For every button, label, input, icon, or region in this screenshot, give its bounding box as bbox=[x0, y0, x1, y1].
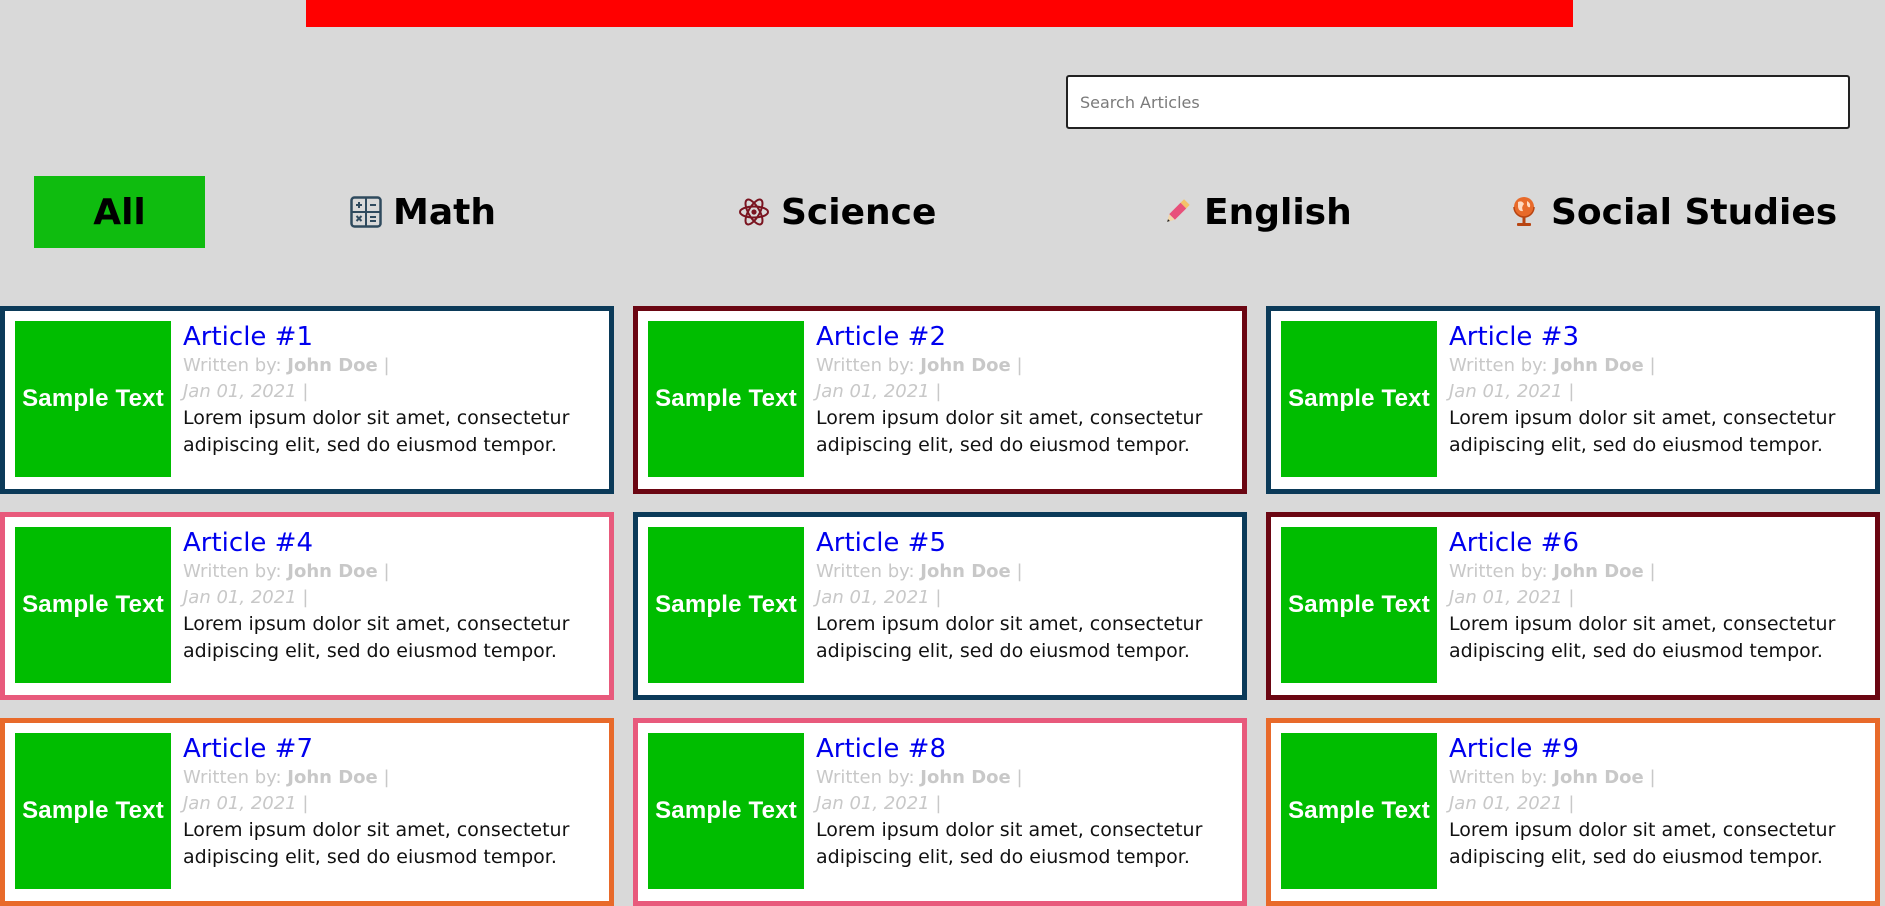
filter-label: Math bbox=[393, 191, 496, 233]
article-date: Jan 01, 2021 | bbox=[1449, 587, 1575, 608]
pencil-icon bbox=[1160, 194, 1194, 230]
article-byline: Written by: John Doe | bbox=[1449, 561, 1656, 582]
article-card[interactable]: Sample Text Article #9 Written by: John … bbox=[1266, 718, 1880, 906]
article-title-link[interactable]: Article #4 bbox=[183, 527, 313, 559]
article-card[interactable]: Sample Text Article #2 Written by: John … bbox=[633, 306, 1247, 494]
article-excerpt: Lorem ipsum dolor sit amet, consectetur … bbox=[1449, 819, 1836, 868]
article-date: Jan 01, 2021 | bbox=[183, 381, 309, 402]
article-title-link[interactable]: Article #6 bbox=[1449, 527, 1579, 559]
author-name: John Doe bbox=[920, 561, 1011, 582]
author-name: John Doe bbox=[920, 355, 1011, 376]
article-card[interactable]: Sample Text Article #6 Written by: John … bbox=[1266, 512, 1880, 700]
article-byline: Written by: John Doe | bbox=[183, 355, 390, 376]
article-excerpt: Lorem ipsum dolor sit amet, consectetur … bbox=[183, 407, 570, 456]
article-card[interactable]: Sample Text Article #4 Written by: John … bbox=[0, 512, 614, 700]
filter-math[interactable]: Math bbox=[349, 176, 496, 248]
article-byline: Written by: John Doe | bbox=[183, 561, 390, 582]
article-date: Jan 01, 2021 | bbox=[816, 587, 942, 608]
author-name: John Doe bbox=[1553, 355, 1644, 376]
atom-icon bbox=[737, 194, 771, 230]
article-byline: Written by: John Doe | bbox=[183, 767, 390, 788]
top-banner bbox=[306, 0, 1573, 27]
article-thumbnail: Sample Text bbox=[648, 321, 804, 477]
article-title-link[interactable]: Article #5 bbox=[816, 527, 946, 559]
filter-label: All bbox=[93, 191, 146, 233]
article-thumbnail: Sample Text bbox=[15, 527, 171, 683]
article-thumbnail: Sample Text bbox=[15, 321, 171, 477]
author-name: John Doe bbox=[920, 767, 1011, 788]
author-name: John Doe bbox=[1553, 767, 1644, 788]
article-card[interactable]: Sample Text Article #7 Written by: John … bbox=[0, 718, 614, 906]
calculator-icon bbox=[349, 194, 383, 230]
article-byline: Written by: John Doe | bbox=[816, 561, 1023, 582]
article-date: Jan 01, 2021 | bbox=[1449, 793, 1575, 814]
article-thumbnail: Sample Text bbox=[1281, 321, 1437, 477]
filter-social-studies[interactable]: Social Studies bbox=[1507, 176, 1837, 248]
article-thumbnail: Sample Text bbox=[1281, 733, 1437, 889]
article-byline: Written by: John Doe | bbox=[1449, 355, 1656, 376]
author-name: John Doe bbox=[287, 355, 378, 376]
article-date: Jan 01, 2021 | bbox=[1449, 381, 1575, 402]
article-title-link[interactable]: Article #8 bbox=[816, 733, 946, 765]
article-thumbnail: Sample Text bbox=[1281, 527, 1437, 683]
article-excerpt: Lorem ipsum dolor sit amet, consectetur … bbox=[183, 819, 570, 868]
filter-science[interactable]: Science bbox=[737, 176, 936, 248]
article-byline: Written by: John Doe | bbox=[816, 767, 1023, 788]
article-excerpt: Lorem ipsum dolor sit amet, consectetur … bbox=[1449, 613, 1836, 662]
filter-all[interactable]: All bbox=[34, 176, 205, 248]
article-title-link[interactable]: Article #9 bbox=[1449, 733, 1579, 765]
author-name: John Doe bbox=[287, 767, 378, 788]
search-box[interactable] bbox=[1066, 75, 1850, 129]
article-title-link[interactable]: Article #1 bbox=[183, 321, 313, 353]
article-thumbnail: Sample Text bbox=[648, 733, 804, 889]
article-byline: Written by: John Doe | bbox=[816, 355, 1023, 376]
article-title-link[interactable]: Article #3 bbox=[1449, 321, 1579, 353]
globe-icon bbox=[1507, 194, 1541, 230]
article-date: Jan 01, 2021 | bbox=[816, 381, 942, 402]
filter-label: English bbox=[1204, 191, 1352, 233]
article-title-link[interactable]: Article #7 bbox=[183, 733, 313, 765]
author-name: John Doe bbox=[1553, 561, 1644, 582]
article-thumbnail: Sample Text bbox=[648, 527, 804, 683]
author-name: John Doe bbox=[287, 561, 378, 582]
article-excerpt: Lorem ipsum dolor sit amet, consectetur … bbox=[816, 819, 1203, 868]
article-date: Jan 01, 2021 | bbox=[816, 793, 942, 814]
filter-english[interactable]: English bbox=[1160, 176, 1352, 248]
filter-label: Social Studies bbox=[1551, 191, 1838, 233]
article-title-link[interactable]: Article #2 bbox=[816, 321, 946, 353]
search-input[interactable] bbox=[1068, 77, 1848, 127]
article-thumbnail: Sample Text bbox=[15, 733, 171, 889]
article-date: Jan 01, 2021 | bbox=[183, 793, 309, 814]
filter-label: Science bbox=[781, 191, 937, 233]
article-excerpt: Lorem ipsum dolor sit amet, consectetur … bbox=[183, 613, 570, 662]
subject-filter-bar: All Math Science English Social Studies bbox=[0, 176, 1885, 248]
article-byline: Written by: John Doe | bbox=[1449, 767, 1656, 788]
article-excerpt: Lorem ipsum dolor sit amet, consectetur … bbox=[1449, 407, 1836, 456]
article-card[interactable]: Sample Text Article #5 Written by: John … bbox=[633, 512, 1247, 700]
article-card[interactable]: Sample Text Article #8 Written by: John … bbox=[633, 718, 1247, 906]
article-card[interactable]: Sample Text Article #3 Written by: John … bbox=[1266, 306, 1880, 494]
article-date: Jan 01, 2021 | bbox=[183, 587, 309, 608]
article-excerpt: Lorem ipsum dolor sit amet, consectetur … bbox=[816, 613, 1203, 662]
article-card[interactable]: Sample Text Article #1 Written by: John … bbox=[0, 306, 614, 494]
article-excerpt: Lorem ipsum dolor sit amet, consectetur … bbox=[816, 407, 1203, 456]
